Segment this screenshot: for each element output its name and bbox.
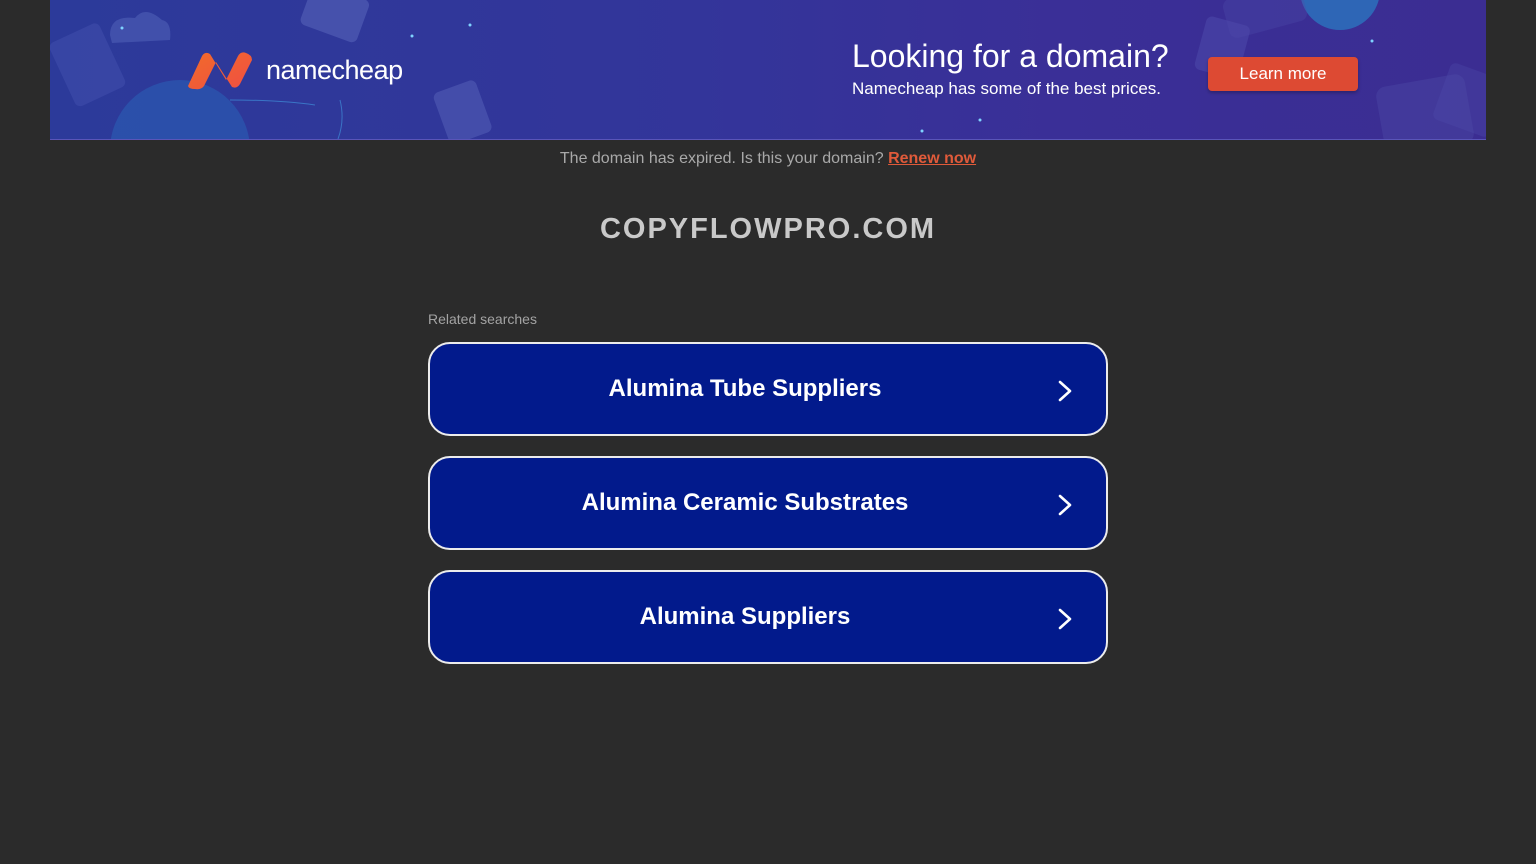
related-search-label: Alumina Ceramic Substrates — [581, 489, 909, 516]
related-search-button[interactable]: Alumina Suppliers — [428, 570, 1108, 664]
learn-more-button[interactable]: Learn more — [1208, 57, 1358, 91]
chevron-right-icon — [1058, 494, 1072, 516]
related-search-button[interactable]: Alumina Tube Suppliers — [428, 342, 1108, 436]
namecheap-logo[interactable]: namecheap — [186, 50, 403, 90]
namecheap-banner[interactable]: namecheap Looking for a domain? Namechea… — [50, 0, 1486, 140]
chevron-right-icon — [1058, 608, 1072, 630]
logo-text: namecheap — [266, 54, 403, 85]
related-search-button[interactable]: Alumina Ceramic Substrates — [428, 456, 1108, 550]
related-search-label: Alumina Suppliers — [639, 603, 851, 630]
expired-notice: The domain has expired. Is this your dom… — [0, 150, 1536, 168]
related-search-label: Alumina Tube Suppliers — [608, 375, 882, 402]
banner-headline: Looking for a domain? — [852, 38, 1169, 74]
related-searches-list: Alumina Tube Suppliers Alumina Ceramic S… — [428, 342, 1108, 684]
chevron-right-icon — [1058, 380, 1072, 402]
renew-now-link[interactable]: Renew now — [888, 150, 976, 167]
expired-notice-text: The domain has expired. Is this your dom… — [559, 150, 884, 167]
namecheap-logo-icon — [188, 52, 252, 90]
related-searches-label: Related searches — [428, 311, 537, 327]
banner-subline: Namecheap has some of the best prices. — [852, 79, 1161, 98]
domain-name-title: COPYFLOWPRO.COM — [599, 213, 937, 245]
